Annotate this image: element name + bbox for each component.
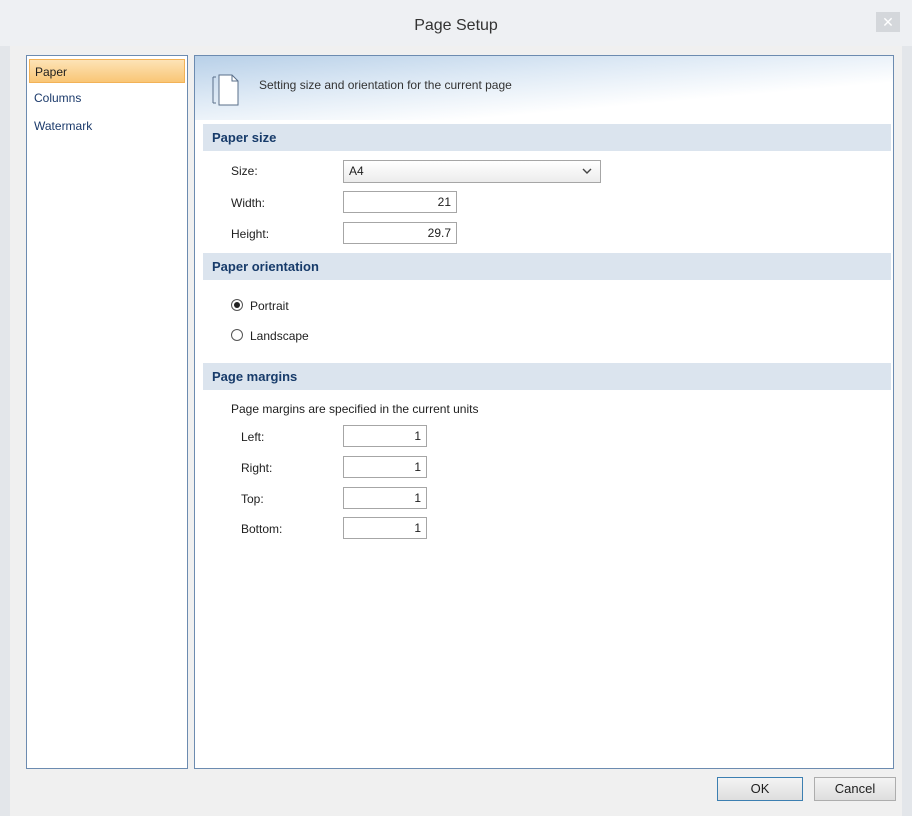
sidebar-item-label: Watermark — [34, 119, 93, 133]
close-icon: ✕ — [882, 14, 894, 30]
sidebar-item-columns[interactable]: Columns — [29, 86, 185, 110]
width-label: Width: — [231, 196, 266, 210]
section-paper-orientation: Paper orientation — [203, 253, 891, 280]
height-label: Height: — [231, 227, 270, 241]
portrait-label: Portrait — [250, 299, 289, 313]
cancel-button[interactable]: Cancel — [814, 777, 896, 801]
height-field[interactable] — [343, 222, 457, 244]
ok-button[interactable]: OK — [717, 777, 803, 801]
bottom-margin-label: Bottom: — [241, 522, 283, 536]
bottom-margin-field[interactable] — [343, 517, 427, 539]
size-label: Size: — [231, 164, 258, 178]
portrait-option[interactable]: Portrait — [231, 297, 351, 315]
settings-panel: Setting size and orientation for the cur… — [194, 55, 894, 769]
window-title: Page Setup — [414, 17, 498, 34]
chevron-down-icon — [582, 168, 592, 174]
width-field[interactable] — [343, 191, 457, 213]
right-margin-field[interactable] — [343, 456, 427, 478]
header-banner: Setting size and orientation for the cur… — [195, 56, 893, 120]
landscape-label: Landscape — [250, 329, 309, 343]
left-margin-label: Left: — [241, 430, 265, 444]
top-margin-field[interactable] — [343, 487, 427, 509]
section-paper-size: Paper size — [203, 124, 891, 151]
category-sidebar: Paper Columns Watermark — [26, 55, 188, 769]
top-margin-label: Top: — [241, 492, 264, 506]
section-page-margins: Page margins — [203, 363, 891, 390]
margins-note: Page margins are specified in the curren… — [231, 402, 479, 416]
sidebar-item-label: Columns — [34, 91, 82, 105]
page-icon — [212, 74, 239, 106]
right-margin-label: Right: — [241, 461, 273, 475]
landscape-option[interactable]: Landscape — [231, 327, 361, 345]
size-dropdown-value: A4 — [349, 164, 364, 178]
sidebar-item-watermark[interactable]: Watermark — [29, 114, 185, 138]
banner-description: Setting size and orientation for the cur… — [259, 78, 512, 92]
left-margin-field[interactable] — [343, 425, 427, 447]
sidebar-item-paper[interactable]: Paper — [29, 59, 185, 83]
size-dropdown[interactable]: A4 — [343, 160, 601, 183]
portrait-radio[interactable] — [231, 299, 243, 311]
landscape-radio[interactable] — [231, 329, 243, 341]
close-button[interactable]: ✕ — [876, 12, 900, 32]
sidebar-item-label: Paper — [35, 65, 68, 79]
